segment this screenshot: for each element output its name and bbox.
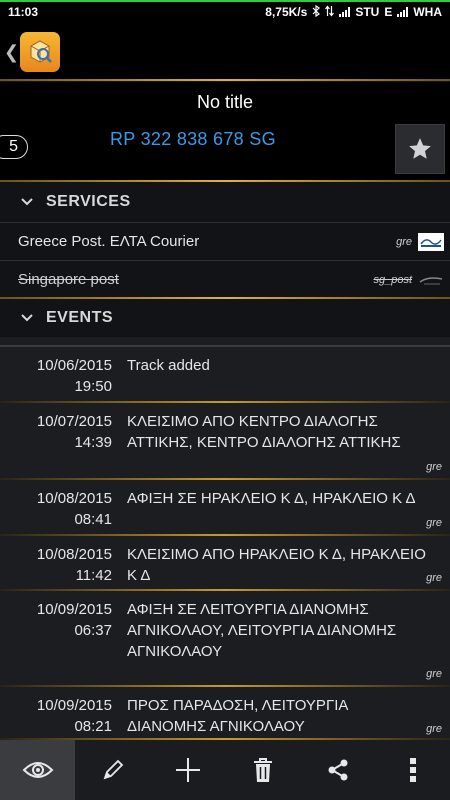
share-icon	[328, 759, 347, 781]
bottom-toolbar	[0, 740, 450, 800]
more-vert-icon	[409, 758, 416, 782]
app-bar: ❮	[0, 24, 450, 80]
event-time: 08:41	[74, 511, 112, 528]
view-button[interactable]	[0, 740, 75, 800]
event-source: gre	[426, 572, 442, 584]
event-description: Track added	[127, 357, 210, 374]
events-section-header[interactable]: EVENTS	[0, 299, 450, 337]
network-speed: 8,75K/s	[265, 5, 308, 19]
track-header: No title 5 RP 322 838 678 SG	[0, 82, 450, 180]
star-icon	[409, 138, 431, 159]
event-description: ΠΡΟΣ ΠΑΡΑΔΟΣΗ, ΛΕΙΤΟΥΡΓΙΑ ΔΙΑΝΟΜΗΣ ΑΓΝΙΚ…	[127, 697, 348, 735]
data-transfer-icon	[325, 5, 335, 20]
page-title[interactable]: No title	[0, 92, 450, 113]
plus-icon	[175, 758, 200, 782]
favorite-button[interactable]	[395, 124, 445, 174]
services-section-header[interactable]: SERVICES	[0, 182, 450, 222]
network-type: E	[384, 5, 393, 19]
event-row[interactable]: 10/08/2015 11:42 ΚΛΕΙΣΙΜΟ ΑΠΟ ΗΡΑΚΛΕΙΟ Κ…	[0, 536, 450, 589]
app-logo-icon[interactable]	[20, 32, 61, 72]
event-date: 10/09/2015	[36, 697, 112, 714]
service-row-singapore[interactable]: Singapore post sg_post	[0, 260, 450, 298]
event-row[interactable]: 10/07/2015 14:39 ΚΛΕΙΣΙΜΟ ΑΠΟ ΚΕΝΤΡΟ ΔΙΑ…	[0, 403, 450, 478]
event-source: gre	[426, 668, 442, 680]
event-date: 10/08/2015	[36, 546, 112, 563]
add-button[interactable]	[150, 740, 225, 800]
event-row[interactable]: 10/06/2015 19:50 Track added	[0, 347, 450, 401]
services-label: SERVICES	[46, 193, 131, 210]
service-code: sg_post	[373, 273, 412, 286]
event-date: 10/08/2015	[36, 490, 112, 507]
event-time: 19:50	[74, 378, 112, 395]
event-date: 10/07/2015	[36, 413, 112, 430]
bluetooth-icon	[312, 4, 321, 20]
event-source: gre	[426, 723, 442, 735]
singapore-post-logo-icon	[419, 276, 443, 284]
event-row[interactable]: 10/09/2015 06:37 ΑΦΙΞΗ ΣΕ ΛΕΙΤΟΥΡΓΙΑ ΔΙΑ…	[0, 591, 450, 685]
trash-icon	[253, 758, 272, 782]
elta-logo-icon	[418, 232, 444, 251]
delete-button[interactable]	[225, 740, 300, 800]
scrolled-event-remnant	[0, 337, 450, 347]
count-badge: 5	[0, 135, 28, 159]
event-time: 11:42	[75, 567, 112, 584]
event-time: 14:39	[74, 434, 112, 451]
chevron-down-icon	[21, 314, 33, 322]
event-datetime: 10/06/2015 19:50	[37, 355, 112, 397]
carrier-2: WHA	[413, 5, 442, 19]
eye-icon	[22, 762, 53, 778]
event-datetime: 10/09/2015 06:37	[37, 599, 112, 641]
edit-button[interactable]	[75, 740, 150, 800]
event-datetime: 10/09/2015 08:21	[37, 695, 112, 737]
event-description: ΚΛΕΙΣΙΜΟ ΑΠΟ ΚΕΝΤΡΟ ΔΙΑΛΟΓΗΣ ΑΤΤΙΚΗΣ, ΚΕ…	[127, 413, 401, 451]
service-row-elta[interactable]: Greece Post. ΕΛΤΑ Courier gre	[0, 222, 450, 260]
app-bar-divider	[0, 79, 450, 81]
event-source: gre	[426, 461, 442, 473]
pencil-icon	[103, 759, 123, 780]
event-description: ΑΦΙΞΗ ΣΕ ΗΡΑΚΛΕΙΟ Κ Δ, ΗΡΑΚΛΕΙΟ Κ Δ	[127, 490, 416, 507]
event-description: ΚΛΕΙΣΙΜΟ ΑΠΟ ΗΡΑΚΛΕΙΟ Κ Δ, ΗΡΑΚΛΕΙΟ Κ Δ	[127, 546, 426, 584]
event-datetime: 10/07/2015 14:39	[37, 411, 112, 453]
signal-icon-sim2	[397, 7, 409, 17]
status-bar: 11:03 8,75K/s STU E WHA	[0, 0, 450, 24]
event-row[interactable]: 10/09/2015 08:21 ΠΡΟΣ ΠΑΡΑΔΟΣΗ, ΛΕΙΤΟΥΡΓ…	[0, 687, 450, 740]
tracking-number[interactable]: RP 322 838 678 SG	[110, 129, 276, 150]
events-label: EVENTS	[46, 309, 114, 326]
status-accent-line	[0, 0, 450, 2]
share-button[interactable]	[300, 740, 375, 800]
event-datetime: 10/08/2015 08:41	[37, 488, 112, 530]
event-row[interactable]: 10/08/2015 08:41 ΑΦΙΞΗ ΣΕ ΗΡΑΚΛΕΙΟ Κ Δ, …	[0, 480, 450, 534]
event-source: gre	[426, 517, 442, 529]
more-options-button[interactable]	[375, 740, 450, 800]
event-description: ΑΦΙΞΗ ΣΕ ΛΕΙΤΟΥΡΓΙΑ ΔΙΑΝΟΜΗΣ ΑΓΝΙΚΟΛΑΟΥ,…	[127, 601, 397, 660]
back-chevron-icon[interactable]: ❮	[4, 42, 19, 63]
event-datetime: 10/08/2015 11:42	[37, 544, 112, 586]
signal-icon-sim1	[339, 7, 351, 17]
event-date: 10/06/2015	[36, 357, 112, 374]
service-code: gre	[396, 235, 412, 248]
status-time: 11:03	[8, 5, 39, 19]
event-time: 06:37	[74, 622, 112, 639]
carrier-1: STU	[355, 5, 380, 19]
service-name: Greece Post. ΕΛΤΑ Courier	[18, 233, 200, 250]
event-date: 10/09/2015	[36, 601, 112, 618]
service-name: Singapore post	[18, 271, 119, 288]
chevron-down-icon	[21, 198, 33, 206]
event-time: 08:21	[74, 718, 112, 735]
